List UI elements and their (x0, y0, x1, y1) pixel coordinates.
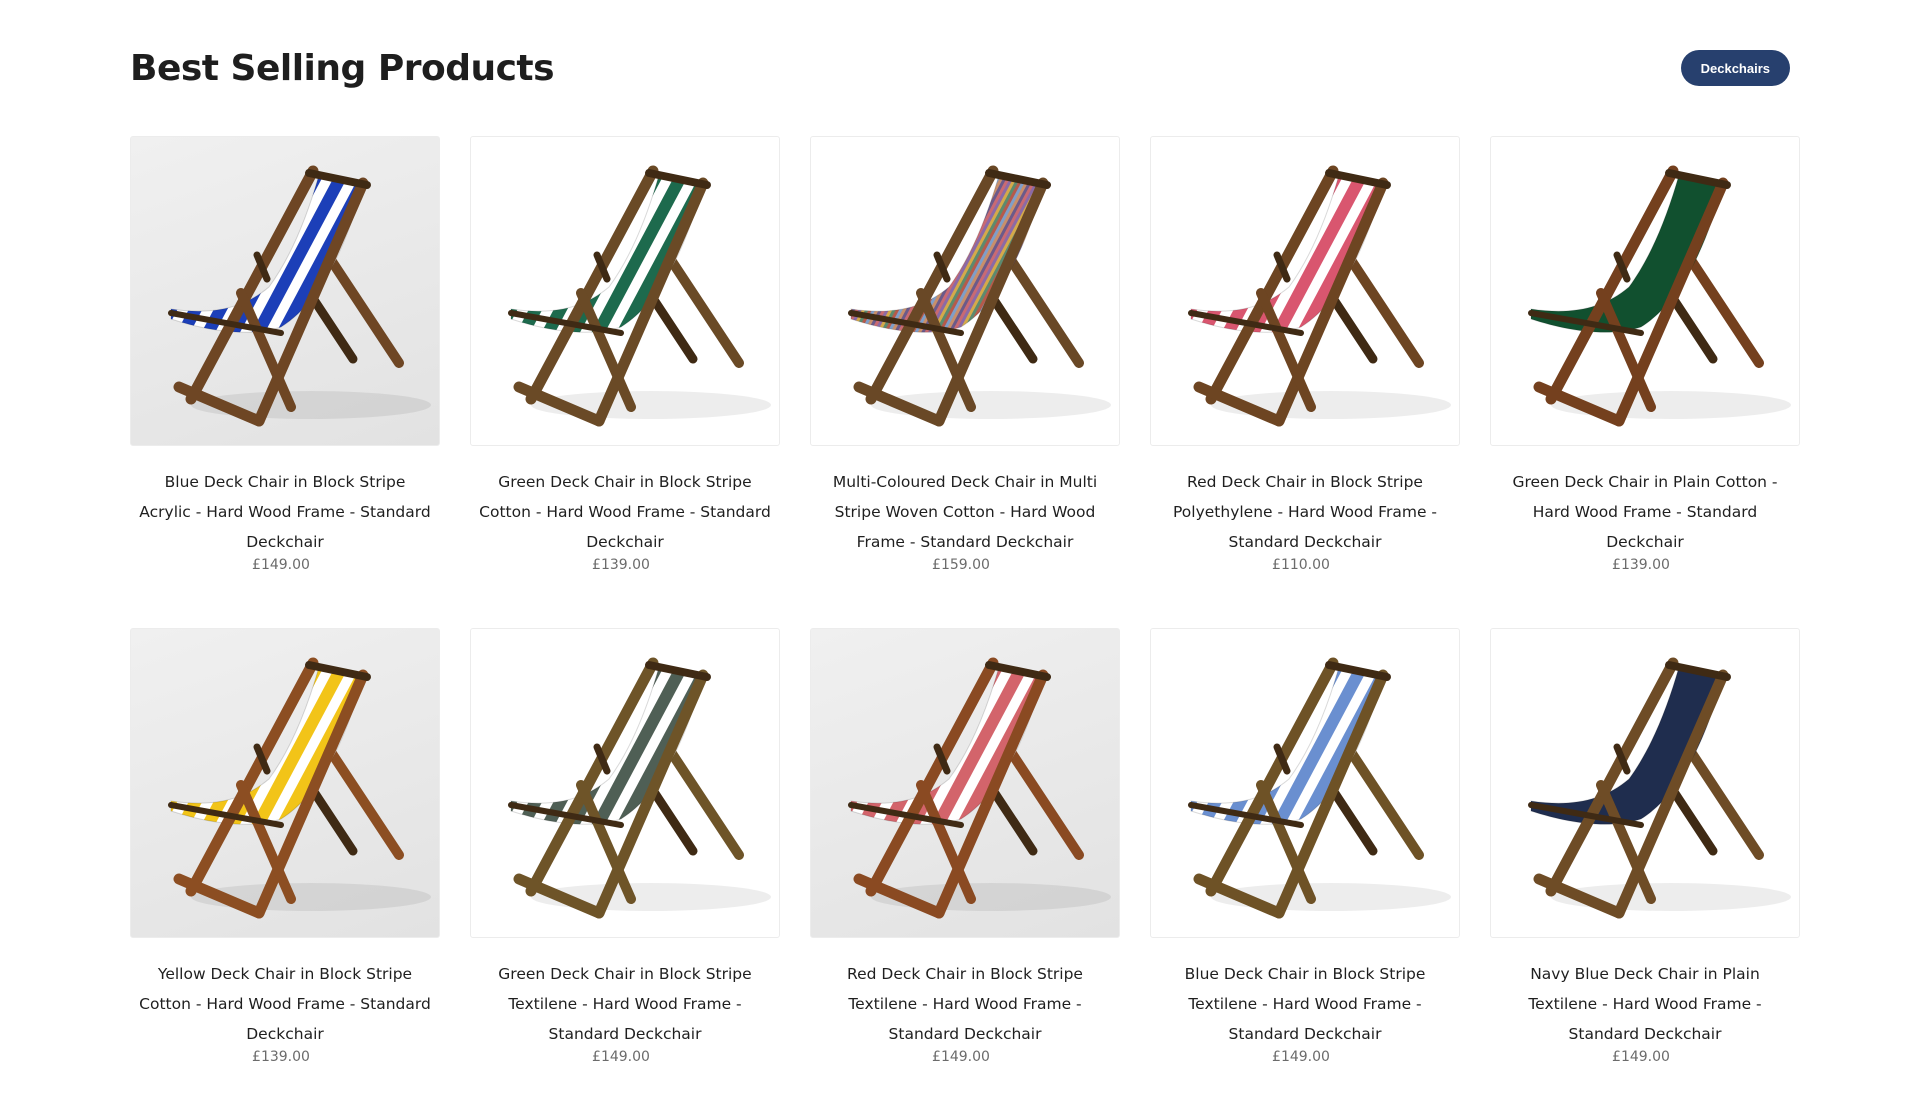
product-card[interactable]: Multi-Coloured Deck Chair in Multi Strip… (810, 136, 1120, 590)
product-name[interactable]: Multi-Coloured Deck Chair in Multi Strip… (810, 467, 1120, 557)
product-image[interactable] (1150, 136, 1460, 446)
deckchair-illustration (508, 657, 771, 919)
product-name[interactable]: Blue Deck Chair in Block Stripe Acrylic … (130, 467, 440, 557)
product-price: £149.00 (932, 1049, 990, 1065)
product-image[interactable] (470, 628, 780, 938)
product-card[interactable]: Green Deck Chair in Block Stripe Textile… (470, 628, 780, 1082)
product-name[interactable]: Green Deck Chair in Plain Cotton - Hard … (1490, 467, 1800, 557)
product-price: £149.00 (252, 557, 310, 573)
product-price: £110.00 (1272, 557, 1330, 573)
deckchairs-filter-button[interactable]: Deckchairs (1680, 50, 1790, 86)
product-name[interactable]: Green Deck Chair in Block Stripe Cotton … (470, 467, 780, 557)
product-name[interactable]: Red Deck Chair in Block Stripe Textilene… (810, 959, 1120, 1049)
product-name[interactable]: Green Deck Chair in Block Stripe Textile… (470, 959, 780, 1049)
product-card[interactable]: Green Deck Chair in Block Stripe Cotton … (470, 136, 780, 590)
product-price: £149.00 (1272, 1049, 1330, 1065)
best-selling-section: Best Selling Products Deckchairs Blue De… (0, 0, 1920, 1103)
product-price: £139.00 (1612, 557, 1670, 573)
deckchair-illustration (1528, 165, 1791, 427)
product-card[interactable]: Yellow Deck Chair in Block Stripe Cotton… (130, 628, 440, 1082)
product-image[interactable] (1490, 136, 1800, 446)
product-card[interactable]: Green Deck Chair in Plain Cotton - Hard … (1490, 136, 1800, 590)
deckchair-illustration (168, 657, 431, 919)
deckchair-illustration (168, 165, 431, 427)
deckchair-illustration (1188, 165, 1451, 427)
product-card[interactable]: Red Deck Chair in Block Stripe Textilene… (810, 628, 1120, 1082)
product-image[interactable] (130, 136, 440, 446)
deckchair-illustration (1528, 657, 1791, 919)
product-image[interactable] (1150, 628, 1460, 938)
product-grid: Blue Deck Chair in Block Stripe Acrylic … (130, 136, 1800, 1082)
deckchair-illustration (508, 165, 771, 427)
product-image[interactable] (810, 628, 1120, 938)
product-card[interactable]: Navy Blue Deck Chair in Plain Textilene … (1490, 628, 1800, 1082)
product-image[interactable] (810, 136, 1120, 446)
section-title: Best Selling Products (130, 47, 555, 89)
product-price: £159.00 (932, 557, 990, 573)
deckchair-illustration (1188, 657, 1451, 919)
product-card[interactable]: Blue Deck Chair in Block Stripe Acrylic … (130, 136, 440, 590)
product-name[interactable]: Yellow Deck Chair in Block Stripe Cotton… (130, 959, 440, 1049)
product-name[interactable]: Navy Blue Deck Chair in Plain Textilene … (1490, 959, 1800, 1049)
product-name[interactable]: Blue Deck Chair in Block Stripe Textilen… (1150, 959, 1460, 1049)
product-price: £139.00 (592, 557, 650, 573)
product-card[interactable]: Blue Deck Chair in Block Stripe Textilen… (1150, 628, 1460, 1082)
product-name[interactable]: Red Deck Chair in Block Stripe Polyethyl… (1150, 467, 1460, 557)
product-price: £139.00 (252, 1049, 310, 1065)
product-price: £149.00 (1612, 1049, 1670, 1065)
deckchair-illustration (848, 165, 1111, 427)
product-image[interactable] (470, 136, 780, 446)
deckchair-illustration (848, 657, 1111, 919)
product-image[interactable] (1490, 628, 1800, 938)
product-card[interactable]: Red Deck Chair in Block Stripe Polyethyl… (1150, 136, 1460, 590)
product-image[interactable] (130, 628, 440, 938)
section-header: Best Selling Products Deckchairs (130, 0, 1790, 130)
product-price: £149.00 (592, 1049, 650, 1065)
